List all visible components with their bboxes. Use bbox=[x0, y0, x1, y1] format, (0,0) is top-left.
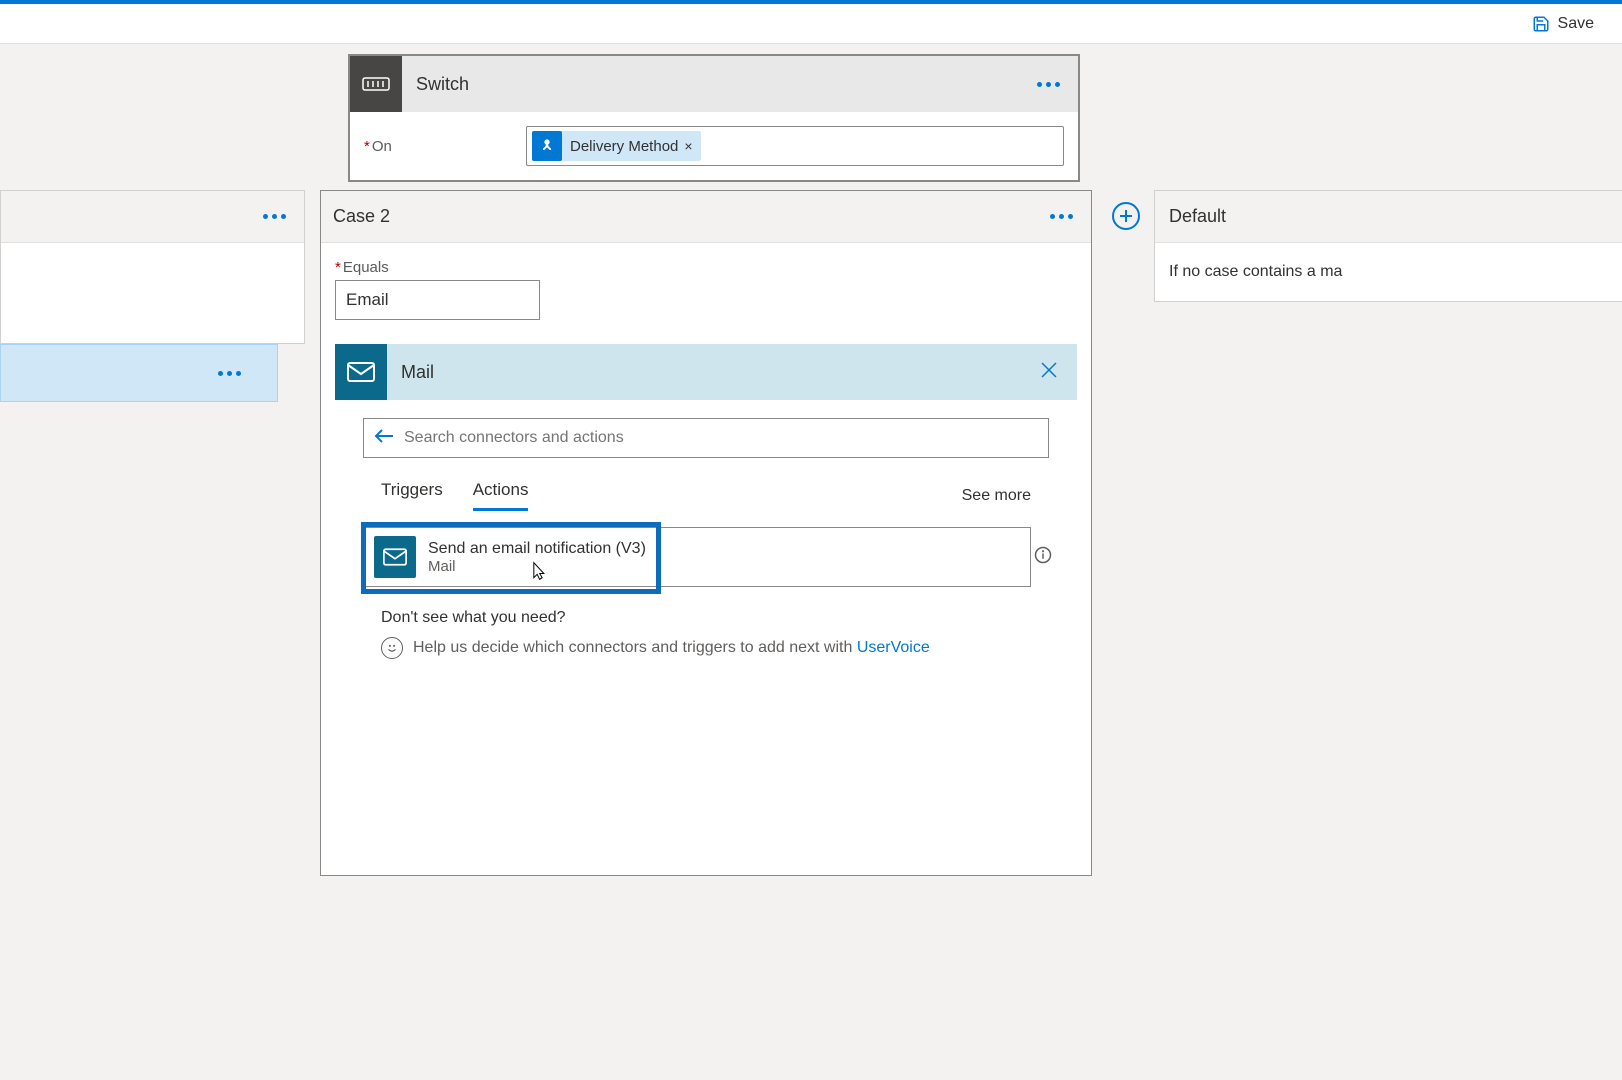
help-text: Help us decide which connectors and trig… bbox=[413, 639, 857, 656]
save-label: Save bbox=[1558, 15, 1594, 33]
help-line: Help us decide which connectors and trig… bbox=[381, 637, 1031, 659]
case2-header[interactable]: Case 2 bbox=[321, 191, 1091, 243]
help-title: Don't see what you need? bbox=[381, 609, 1031, 627]
cursor-icon bbox=[528, 558, 548, 584]
search-row bbox=[335, 400, 1077, 466]
default-card: Default If no case contains a ma bbox=[1154, 190, 1622, 302]
case2-body: *Equals Mail bbox=[321, 243, 1091, 875]
top-toolbar: Save bbox=[0, 4, 1622, 44]
action-text: Send an email notification (V3) Mail bbox=[428, 540, 1030, 575]
equals-label: *Equals bbox=[335, 259, 1077, 276]
save-icon bbox=[1532, 15, 1550, 33]
case1-action-placeholder[interactable] bbox=[0, 344, 278, 402]
equals-input[interactable] bbox=[335, 280, 540, 320]
search-box[interactable] bbox=[363, 418, 1049, 458]
action-mail-icon bbox=[374, 536, 416, 578]
case2-menu-icon[interactable] bbox=[1032, 204, 1091, 229]
action-subtitle: Mail bbox=[428, 558, 1030, 575]
on-label: *On bbox=[364, 138, 514, 155]
back-arrow-icon[interactable] bbox=[374, 428, 394, 449]
save-button[interactable]: Save bbox=[1524, 11, 1602, 37]
action-row-send-email[interactable]: Send an email notification (V3) Mail bbox=[363, 527, 1031, 587]
case2-title: Case 2 bbox=[333, 206, 1032, 227]
action-title: Send an email notification (V3) bbox=[428, 540, 1030, 558]
case1-action-menu-icon[interactable] bbox=[200, 361, 259, 386]
switch-icon bbox=[350, 56, 402, 112]
remove-token-icon[interactable]: × bbox=[684, 138, 692, 154]
switch-header[interactable]: Switch bbox=[350, 56, 1078, 112]
mail-header[interactable]: Mail bbox=[335, 344, 1077, 400]
case2-card: Case 2 *Equals Mail bbox=[320, 190, 1092, 876]
case1-card bbox=[0, 190, 305, 344]
default-body: If no case contains a ma bbox=[1155, 243, 1622, 301]
mail-panel: Mail Triggers Actions S bbox=[335, 344, 1077, 859]
on-field[interactable]: Delivery Method × bbox=[526, 126, 1064, 166]
search-input[interactable] bbox=[404, 429, 1038, 447]
tabs-row: Triggers Actions See more bbox=[335, 466, 1077, 511]
uservoice-link[interactable]: UserVoice bbox=[857, 639, 930, 656]
flow-canvas: Switch *On Delivery Method × bbox=[0, 44, 1622, 54]
info-icon[interactable] bbox=[1034, 546, 1052, 569]
token-text: Delivery Method bbox=[570, 138, 678, 155]
default-title[interactable]: Default bbox=[1155, 191, 1622, 243]
token-icon bbox=[532, 131, 562, 161]
switch-body: *On Delivery Method × bbox=[350, 112, 1078, 180]
tab-actions[interactable]: Actions bbox=[473, 480, 529, 511]
smile-icon bbox=[381, 637, 403, 659]
see-more-link[interactable]: See more bbox=[962, 487, 1031, 505]
dynamic-token[interactable]: Delivery Method × bbox=[532, 131, 701, 161]
add-branch-button[interactable] bbox=[1112, 202, 1140, 230]
switch-menu-icon[interactable] bbox=[1019, 72, 1078, 97]
tab-triggers[interactable]: Triggers bbox=[381, 480, 443, 511]
switch-title: Switch bbox=[402, 74, 1019, 95]
help-section: Don't see what you need? Help us decide … bbox=[335, 587, 1077, 859]
case1-menu-icon[interactable] bbox=[245, 204, 304, 229]
mail-icon bbox=[335, 344, 387, 400]
switch-card[interactable]: Switch *On Delivery Method × bbox=[348, 54, 1080, 182]
case1-header bbox=[1, 191, 304, 243]
mail-title: Mail bbox=[387, 362, 1021, 383]
close-icon[interactable] bbox=[1021, 360, 1077, 385]
action-list: Send an email notification (V3) Mail bbox=[335, 511, 1077, 587]
